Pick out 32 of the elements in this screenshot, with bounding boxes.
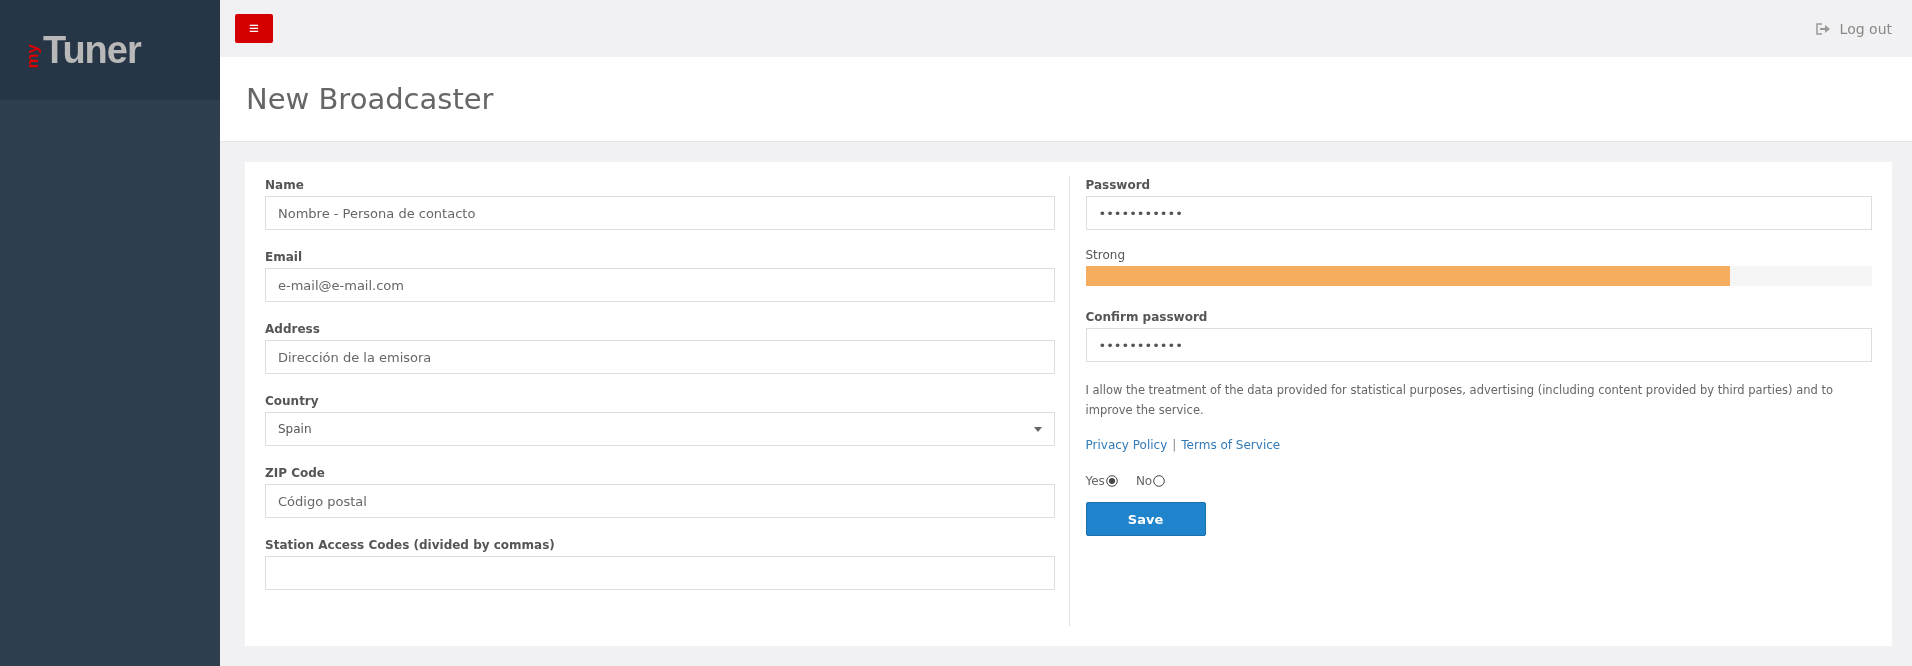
input-field[interactable]: Dirección de la emisora <box>265 340 1055 374</box>
input-field[interactable]: e-mail@e-mail.com <box>265 268 1055 302</box>
radio-button[interactable] <box>1105 475 1118 487</box>
input-field[interactable] <box>265 556 1055 590</box>
radio-button[interactable] <box>1153 475 1166 487</box>
logo-prefix: my <box>24 43 41 69</box>
field-label: Name <box>265 178 305 192</box>
save-button[interactable]: Save <box>1085 502 1206 536</box>
policy-link[interactable]: Terms of Service <box>1181 438 1281 452</box>
radio-label: Yes <box>1085 474 1105 488</box>
field-label: Station Access Codes (divided by commas) <box>265 538 556 552</box>
field-label: Address <box>265 322 321 336</box>
logo-text: Tuner <box>43 28 141 72</box>
consent-text: I allow the treatment of the data provided for statistical purposes, advertising (including content provided by third parties) and to improve the service. <box>1085 382 1835 419</box>
field-label: Confirm password <box>1085 310 1209 324</box>
country-select[interactable]: Spain <box>265 412 1055 446</box>
input-field[interactable]: Nombre - Persona de contacto <box>265 196 1055 230</box>
password-field[interactable]: ••••••••••• <box>1085 328 1872 362</box>
input-field[interactable]: Código postal <box>265 484 1055 518</box>
page-title: New Broadcaster <box>246 82 494 116</box>
link-separator: | <box>1172 438 1177 452</box>
field-label: Password <box>1085 178 1152 192</box>
policy-link[interactable]: Privacy Policy <box>1085 438 1168 452</box>
logout-link[interactable]: Log out <box>1839 20 1892 37</box>
password-field[interactable]: ••••••••••• <box>1085 196 1872 230</box>
field-label: ZIP Code <box>265 466 326 480</box>
field-label: Country <box>265 394 320 408</box>
field-label: Email <box>265 250 304 264</box>
menu-button[interactable]: ≡ <box>235 14 273 43</box>
caret-icon <box>1033 426 1042 432</box>
radio-label: No <box>1135 474 1153 488</box>
strength-label: Strong <box>1085 248 1127 262</box>
